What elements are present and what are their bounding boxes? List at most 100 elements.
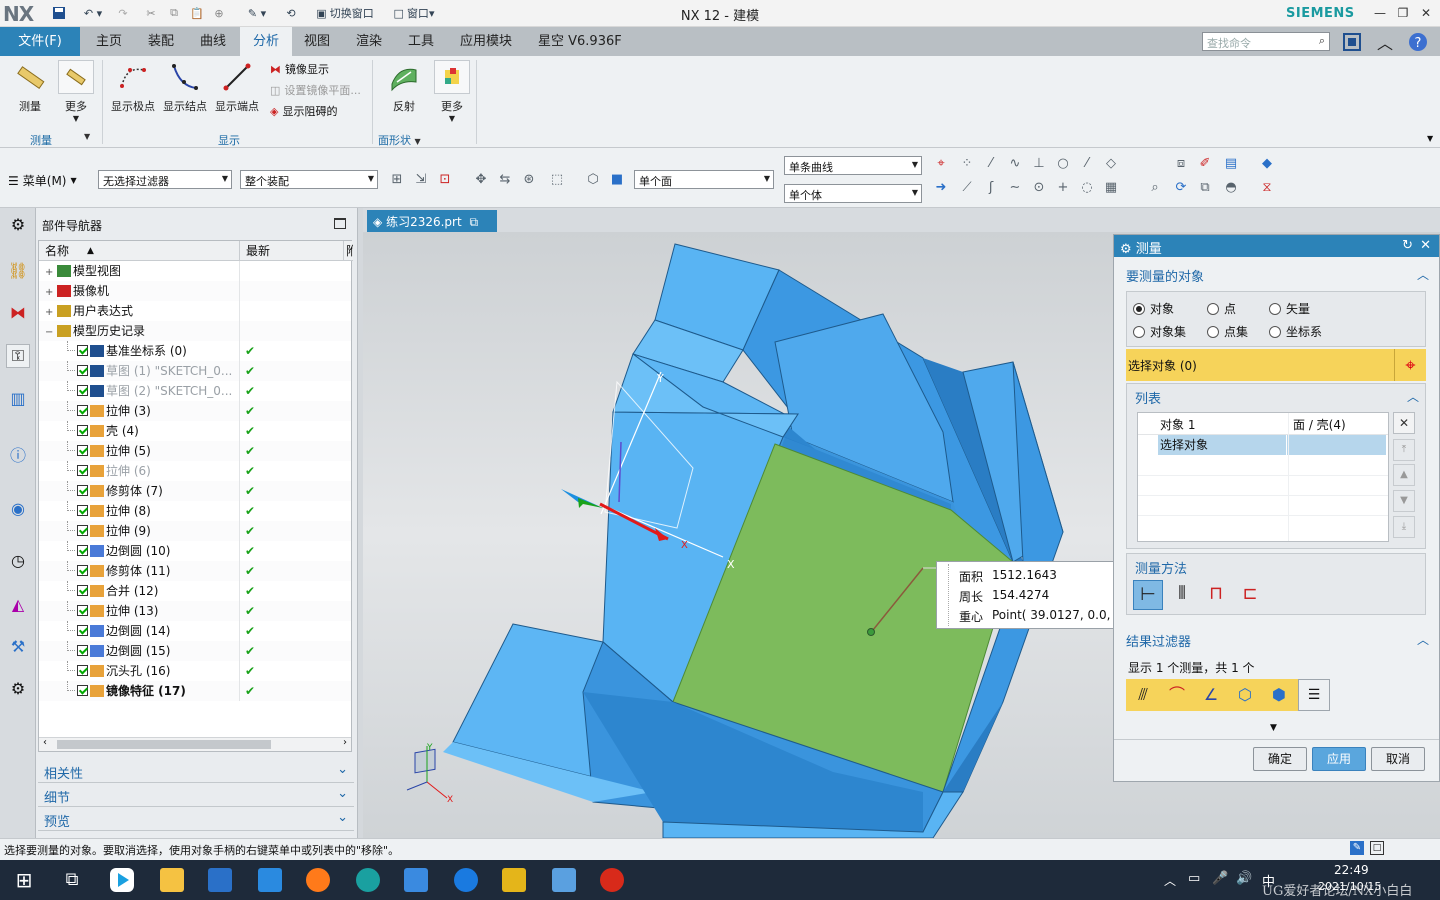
paste-special-icon[interactable]: ⊕ [210,3,228,23]
pin-icon[interactable]: ⧉ [470,215,479,229]
move-bottom-icon[interactable]: ⤓ [1393,516,1415,538]
paste-icon[interactable]: 📋 [188,3,206,23]
filter-area-icon[interactable]: ⬡ [1230,681,1260,709]
column-extra-header[interactable]: 附 [343,241,353,261]
more-measure-button[interactable]: 更多 ▼ [56,60,96,123]
visibility-checkbox[interactable] [77,345,88,356]
radio-vector[interactable]: 矢量 [1269,300,1310,317]
switch-window-button[interactable]: ▣ 切换窗口 [310,3,380,23]
visibility-checkbox[interactable] [77,365,88,376]
list-row[interactable]: 对象 1 面 / 壳(4) [1138,415,1388,435]
move-up-icon[interactable]: ▲ [1393,464,1415,486]
visibility-checkbox[interactable] [77,385,88,396]
expand-icon[interactable]: + [45,263,55,281]
tab-analysis[interactable]: 分析 [240,27,292,56]
recorder-icon[interactable] [600,868,624,892]
body-rule-select[interactable]: 单个体 [784,184,922,203]
file-menu[interactable]: 文件(F) [0,27,80,56]
visibility-checkbox[interactable] [77,585,88,596]
history-clock-icon[interactable]: ◷ [6,548,30,572]
move-top-icon[interactable]: ⤒ [1393,439,1415,461]
process-studio-icon[interactable]: ⚒ [6,634,30,658]
visibility-checkbox[interactable] [77,605,88,616]
close-window-button[interactable]: ✕ [1415,3,1437,23]
microphone-icon[interactable]: 🎤 [1212,871,1228,886]
snap-point-icon[interactable]: ⊞ [388,170,406,188]
tree-row[interactable]: 镜像特征 (17) ✔ [39,681,351,701]
tree-row[interactable]: 草图 (2) "SKETCH_0... ✔ [39,381,351,401]
snap-intersection-icon[interactable]: ⊥ [1030,154,1048,172]
expand-more-icon[interactable]: ▼ [1270,723,1277,733]
visibility-checkbox[interactable] [77,565,88,576]
assembly-navigator-icon[interactable]: ⛓ [6,258,30,282]
visibility-checkbox[interactable] [77,645,88,656]
callout-handle[interactable] [939,564,949,626]
tree-row[interactable]: 修剪体 (11) ✔ [39,561,351,581]
select-faces-icon[interactable]: ⇆ [496,170,514,188]
radio-object-set[interactable]: 对象集 [1133,323,1186,340]
expand-icon[interactable]: + [45,283,55,301]
close-dialog-icon[interactable]: ✕ [1420,238,1431,253]
filter-distance-icon[interactable]: ⫻ [1128,681,1158,709]
fullscreen-icon[interactable] [1340,30,1364,54]
cancel-button[interactable]: 取消 [1371,747,1425,771]
help-icon[interactable]: ? [1406,30,1430,54]
visibility-checkbox[interactable] [77,525,88,536]
tree-row[interactable]: − 模型历史记录 [39,321,351,341]
rotate-icon[interactable]: ⟳ [1172,178,1190,196]
section-view-icon[interactable]: ⧖ [1258,178,1276,196]
radio-csys[interactable]: 坐标系 [1269,323,1322,340]
visibility-checkbox[interactable] [77,405,88,416]
visibility-checkbox[interactable] [77,485,88,496]
window-menu-button[interactable]: □ 窗口 ▾ [382,3,446,23]
solid-body-icon[interactable]: ■ [608,170,626,188]
reset-icon[interactable]: ↻ [1402,238,1413,253]
show-knots-button[interactable]: 显示结点 [160,60,210,114]
save-icon[interactable] [48,3,70,23]
tree-row[interactable]: 拉伸 (5) ✔ [39,441,351,461]
tree-row[interactable]: + 摄像机 [39,281,351,301]
snap-circle-icon[interactable]: ○ [1054,154,1072,172]
show-body-icon[interactable]: ⬡ [584,170,602,188]
snap-point-plus-icon[interactable]: + [1054,178,1072,196]
face-rule-select[interactable]: 单个面 [634,170,774,189]
column-latest-header[interactable]: 最新 [239,241,343,261]
media-player-icon[interactable] [110,868,134,892]
network-icon[interactable]: ▭ [1188,871,1200,886]
volume-icon[interactable]: 🔊 [1236,871,1252,886]
document-tab[interactable]: ◈ 练习2326.prt ⧉ ✕ [367,210,497,244]
minimize-button[interactable]: — [1369,3,1391,23]
horizontal-scrollbar[interactable]: ‹ › [39,737,351,751]
reflection-button[interactable]: 反射 [382,60,426,114]
apply-button[interactable]: 应用 [1312,747,1366,771]
maximize-panel-icon[interactable] [334,218,346,229]
view-layout-icon[interactable]: ▤ [1222,154,1240,172]
list-row-selected[interactable]: 选择对象 [1158,435,1386,455]
snap-spline-icon[interactable]: ∼ [1006,178,1024,196]
feishu-icon[interactable] [404,868,428,892]
visibility-checkbox[interactable] [77,685,88,696]
tree-row[interactable]: 拉伸 (8) ✔ [39,501,351,521]
select-feature-icon[interactable]: ⇲ [412,170,430,188]
snap-end-icon[interactable]: ⟋ [958,178,976,196]
reuse-library-icon[interactable]: ▥ [6,386,30,410]
radio-point-set[interactable]: 点集 [1207,323,1248,340]
tab-tools[interactable]: 工具 [400,27,442,56]
zoom-icon[interactable]: ⌕ [1146,178,1164,196]
pan-icon[interactable]: ⧉ [1196,178,1214,196]
task-view-icon[interactable]: ⧉ [60,868,84,892]
visibility-checkbox[interactable] [77,425,88,436]
set-mirror-plane-button[interactable]: ◫ 设置镜像平面... [270,81,361,99]
remove-icon[interactable]: ✕ [1393,412,1415,434]
copy-icon[interactable]: ⧉ [165,3,183,23]
show-endpoints-button[interactable]: 显示端点 [212,60,262,114]
preview-section[interactable]: 预览 ⌄ [38,809,354,831]
settings-gear-icon[interactable]: ⚙ [6,212,30,236]
chevron-up-icon[interactable]: ︿ [1407,388,1419,405]
tree-row[interactable]: 沉头孔 (16) ✔ [39,661,351,681]
view-cube-icon[interactable]: ◆ [1258,154,1276,172]
tab-xingkong[interactable]: 星空 V6.936F [530,27,630,56]
rectangle-select-icon[interactable]: ⬚ [548,170,566,188]
hd3d-icon[interactable]: ⓘ [6,442,30,466]
more-face-button[interactable]: 更多 ▼ [432,60,472,123]
